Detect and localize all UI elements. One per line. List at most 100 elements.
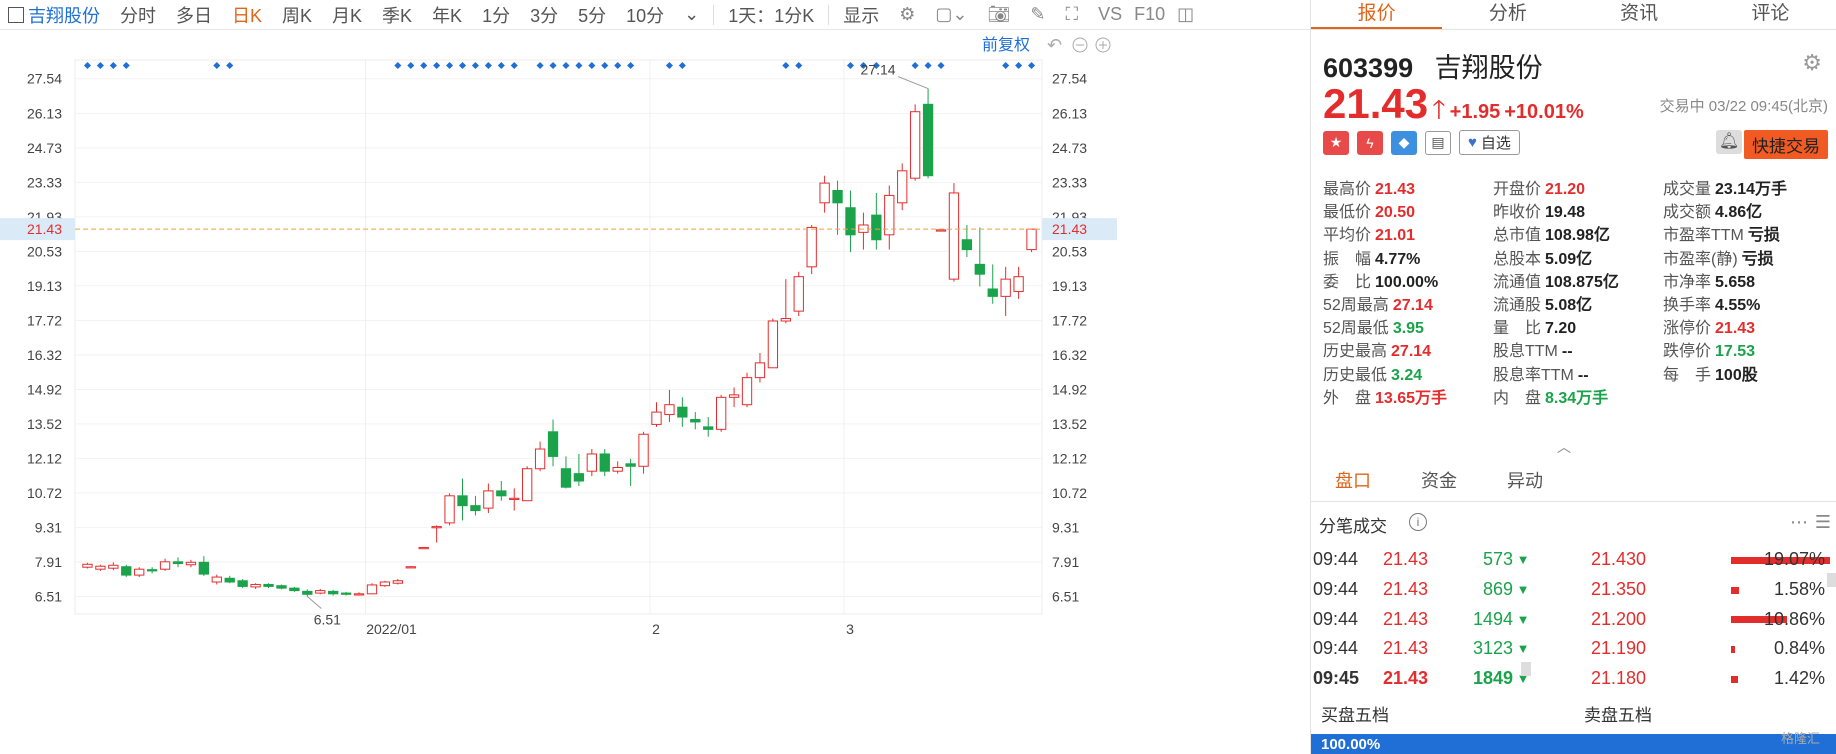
candle-body[interactable] [392, 580, 404, 584]
vs-compare-button[interactable]: VS [1088, 4, 1132, 25]
candle-body[interactable] [806, 226, 817, 268]
event-marker[interactable] [433, 61, 441, 70]
more-icon[interactable]: ⋯ [1790, 512, 1808, 533]
candle-body[interactable] [547, 431, 559, 457]
quote-tab[interactable]: 报价 [1311, 0, 1443, 29]
quote-tab[interactable]: 分析 [1442, 0, 1573, 29]
quote-tab[interactable]: 评论 [1705, 0, 1836, 29]
event-marker[interactable] [924, 61, 932, 70]
candle-body[interactable] [289, 587, 300, 592]
event-marker[interactable] [678, 61, 686, 70]
period-tab[interactable]: 周K [272, 2, 322, 28]
candle-body[interactable] [522, 468, 533, 502]
settings-gear-icon[interactable]: ⚙ [889, 4, 925, 25]
candle-body[interactable] [664, 404, 675, 416]
candle-body[interactable] [431, 526, 442, 529]
candle-body[interactable] [237, 580, 248, 587]
event-marker[interactable] [665, 61, 673, 70]
candle-body[interactable] [922, 103, 934, 177]
candle-body[interactable] [690, 418, 701, 423]
event-marker[interactable] [911, 61, 919, 70]
candle-body[interactable] [224, 577, 235, 583]
quote-tab[interactable]: 资讯 [1574, 0, 1705, 29]
fast-trade-button[interactable]: 快捷交易 [1744, 130, 1828, 159]
event-marker[interactable] [1015, 61, 1023, 70]
candle-body[interactable] [573, 473, 585, 482]
candle-body[interactable] [146, 569, 158, 572]
event-marker[interactable] [846, 61, 855, 70]
candle-body[interactable] [405, 566, 416, 569]
period-tab[interactable]: 10分 [616, 2, 674, 28]
period-tab[interactable]: 年K [422, 2, 472, 28]
candle-body[interactable] [677, 406, 688, 418]
undo-icon[interactable]: ↶ [1047, 35, 1062, 55]
period-tab[interactable]: 分时 [110, 2, 166, 28]
candle-body[interactable] [496, 490, 507, 497]
candle-body[interactable] [961, 239, 973, 251]
event-marker[interactable] [937, 61, 945, 70]
candle-body[interactable] [483, 490, 494, 509]
candle-body[interactable] [638, 433, 649, 467]
event-marker[interactable] [226, 61, 234, 70]
event-marker[interactable] [562, 61, 570, 70]
event-marker[interactable] [782, 61, 790, 70]
candle-body[interactable] [457, 495, 468, 507]
buy5-label[interactable]: 买盘五档 [1311, 700, 1574, 732]
info-icon[interactable]: i [1409, 513, 1427, 531]
event-marker[interactable] [510, 61, 518, 70]
interval-dropdown[interactable]: 1天：1分K [718, 2, 824, 28]
candle-body[interactable] [987, 288, 998, 297]
event-marker[interactable] [627, 61, 635, 70]
event-marker[interactable] [446, 61, 454, 70]
candle-body[interactable] [121, 566, 132, 576]
event-marker[interactable] [601, 61, 609, 70]
period-tab[interactable]: 3分 [520, 2, 568, 28]
candle-body[interactable] [1026, 228, 1037, 251]
candle-body[interactable] [108, 564, 119, 569]
period-tab[interactable]: 1分 [472, 2, 520, 28]
candle-body[interactable] [444, 495, 455, 524]
square-chevron-icon[interactable]: ▢⌄ [925, 4, 977, 25]
adjust-mode-button[interactable]: 前复权 [982, 36, 1030, 54]
candle-body[interactable] [159, 561, 171, 570]
panel-toggle-checkbox[interactable] [8, 6, 24, 23]
display-menu[interactable]: 显示 [833, 2, 889, 28]
candle-body[interactable] [819, 182, 830, 204]
candle-body[interactable] [328, 590, 339, 595]
detail-subtab[interactable]: 异动 [1507, 467, 1543, 493]
candle-body[interactable] [379, 581, 391, 587]
event-marker[interactable] [458, 61, 467, 70]
candle-body[interactable] [909, 111, 921, 179]
candle-body[interactable] [948, 192, 960, 280]
period-tab[interactable]: 日K [222, 2, 272, 28]
china-flag-icon[interactable]: ★ [1323, 130, 1349, 155]
candle-body[interactable] [276, 585, 287, 589]
candle-body[interactable] [612, 466, 623, 472]
event-marker[interactable] [575, 61, 583, 70]
candle-body[interactable] [560, 468, 572, 488]
event-marker[interactable] [109, 61, 117, 70]
f10-button[interactable]: F10 [1132, 4, 1167, 25]
bookmark-icon[interactable]: ▤ [1425, 130, 1451, 155]
event-marker[interactable] [213, 61, 221, 70]
event-marker[interactable] [614, 61, 622, 70]
collapse-caret-icon[interactable]: ︿ [1557, 437, 1571, 457]
add-favorite-button[interactable]: ♥ 自选 [1459, 130, 1520, 155]
event-marker[interactable] [795, 61, 803, 70]
candle-body[interactable] [897, 170, 908, 204]
pencil-icon[interactable]: ✎ [1020, 4, 1055, 25]
event-marker[interactable] [536, 61, 544, 70]
candle-body[interactable] [185, 561, 197, 566]
candle-body[interactable] [974, 263, 985, 275]
scrollbar-thumb[interactable] [1521, 662, 1531, 676]
tag-icon[interactable]: ◆ [1391, 130, 1417, 155]
event-marker[interactable] [420, 61, 428, 70]
event-marker[interactable] [407, 61, 415, 70]
chevron-down-icon[interactable]: ⌄ [674, 4, 709, 25]
event-marker[interactable] [1002, 61, 1010, 70]
candle-body[interactable] [845, 207, 856, 236]
event-marker[interactable] [96, 61, 104, 70]
lightning-icon[interactable]: ϟ [1357, 130, 1383, 155]
candle-body[interactable] [82, 563, 93, 568]
candle-body[interactable] [754, 362, 766, 379]
